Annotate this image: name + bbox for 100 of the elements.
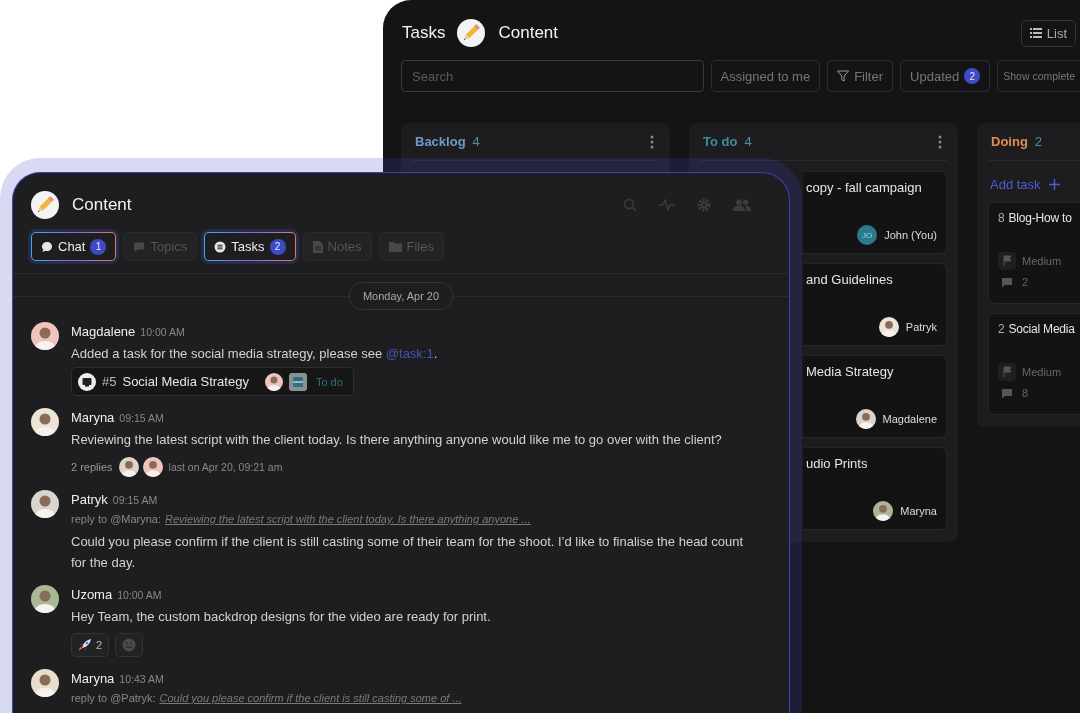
flag-icon xyxy=(998,363,1016,381)
column-count: 4 xyxy=(744,134,752,149)
comment-icon xyxy=(1001,387,1013,399)
last-reply-time: last on Apr 20, 09:21 am xyxy=(168,461,283,473)
task-title: copy - fall campaign xyxy=(806,180,923,195)
user-avatar xyxy=(873,501,894,521)
date-divider: Monday, Apr 20 xyxy=(348,282,454,310)
count-badge: 2 xyxy=(269,238,286,255)
tab[interactable]: Chat 1 xyxy=(31,232,117,261)
pencil-icon xyxy=(457,19,486,47)
assignee-name: Patryk xyxy=(905,321,937,333)
task-card[interactable]: udio Prints Maryna xyxy=(803,447,947,530)
message-time: 10:00 AM xyxy=(117,588,162,603)
topics-icon xyxy=(133,240,146,253)
add-reaction-icon xyxy=(122,638,137,652)
channel-title: Content xyxy=(72,195,132,215)
task-title: Media Strategy xyxy=(806,364,895,379)
reply-label: reply to @Maryna: xyxy=(71,512,162,527)
task-number: #5 xyxy=(102,374,117,389)
user-avatar xyxy=(878,317,899,337)
author-name: Magdalene xyxy=(71,323,136,341)
search-field[interactable]: Search xyxy=(401,60,704,92)
user-avatar xyxy=(31,408,59,436)
list-view-button[interactable]: List xyxy=(1020,19,1076,47)
task-number: 2 xyxy=(998,322,1005,336)
user-avatar: JO xyxy=(857,225,878,245)
reaction-button[interactable]: 2 xyxy=(71,633,110,657)
message-time: 09:15 AM xyxy=(119,411,164,426)
user-avatar xyxy=(31,669,59,697)
plus-icon xyxy=(1048,179,1060,190)
priority-label: Medium xyxy=(1022,255,1062,267)
column-title: Backlog xyxy=(415,134,466,149)
comment-count: 2 xyxy=(1022,276,1029,288)
rocket-icon xyxy=(78,638,92,652)
task-card[interactable]: Media Strategy Magdalene xyxy=(803,355,947,438)
tab[interactable]: Tasks 2 xyxy=(204,232,296,261)
filter-button[interactable]: Show complete xyxy=(997,60,1080,92)
task-chip[interactable]: #5 Social Media Strategy To do xyxy=(71,367,354,396)
priority-label: Medium xyxy=(1022,366,1062,378)
task-status: To do xyxy=(315,375,343,388)
quoted-message-link[interactable]: Reviewing the latest script with the client today. Is there anything anyone ... xyxy=(165,509,531,529)
task-title: Blog-How to xyxy=(1008,211,1072,225)
reply-label: reply to @Patryk: xyxy=(71,691,156,706)
document-icon xyxy=(312,240,323,253)
task-title: and Guidelines xyxy=(806,272,894,287)
task-card[interactable]: 2 Social Media Medium 8 xyxy=(988,313,1080,415)
column-count: 4 xyxy=(472,134,480,149)
user-avatar xyxy=(855,409,876,429)
task-card[interactable]: 8 Blog-How to Medium 2 xyxy=(988,202,1080,304)
replies-link[interactable]: 2 replies xyxy=(71,461,113,473)
user-avatar xyxy=(31,322,59,350)
author-name: Uzoma xyxy=(71,586,113,604)
user-avatar xyxy=(142,457,163,477)
assignee-name: John (You) xyxy=(884,229,937,241)
comment-icon xyxy=(1001,276,1013,288)
activity-icon xyxy=(659,199,675,211)
task-number: 8 xyxy=(998,211,1005,225)
task-card[interactable]: copy - fall campaign JO John (You) xyxy=(803,171,947,254)
message-text: Added a task for the social media strategy, please see @task:1. xyxy=(71,345,439,363)
column-title: To do xyxy=(703,134,738,149)
board-title: Tasks xyxy=(402,23,446,43)
message-text: Could you please confirm if the client is still casting some of their team for the shoot. I’d like to finalise the head count for the day. xyxy=(71,533,744,572)
add-reaction-button[interactable] xyxy=(115,633,144,657)
chat-icon xyxy=(41,240,53,253)
assignee-name: Magdalene xyxy=(882,413,937,425)
column-count: 2 xyxy=(1034,134,1043,149)
project-name: Content xyxy=(498,23,558,43)
user-avatar xyxy=(118,457,139,477)
author-name: Maryna xyxy=(71,409,115,427)
task-title: Social Media xyxy=(1008,322,1075,336)
flag-icon xyxy=(998,252,1016,270)
column-title: Doing xyxy=(991,134,1028,149)
message-time: 09:15 AM xyxy=(112,493,158,508)
count-badge: 2 xyxy=(964,68,981,84)
folder-icon xyxy=(388,241,402,252)
user-avatar xyxy=(31,490,59,518)
settings-icon xyxy=(697,198,711,212)
message-text: Hey Team, the custom backdrop designs for the video are ready for print. xyxy=(71,608,492,626)
user-avatar xyxy=(31,585,59,613)
author-name: Patryk xyxy=(71,491,108,509)
filter-button[interactable]: Filter xyxy=(827,60,894,92)
message-time: 10:00 AM xyxy=(140,325,185,340)
author-name: Maryna xyxy=(71,670,115,688)
list-icon xyxy=(1029,28,1042,38)
filter-button[interactable]: Updated 2 xyxy=(900,60,991,92)
message-time: 10:43 AM xyxy=(119,672,164,687)
status-icon xyxy=(288,372,307,391)
tasks-icon xyxy=(214,240,227,253)
message-text: Reviewing the latest script with the client today. Is there anything anyone would like me to go over with the client? xyxy=(71,431,723,449)
filter-button[interactable]: Assigned to me xyxy=(710,60,821,92)
comment-count: 8 xyxy=(1022,387,1029,399)
quoted-message-link[interactable]: Could you please confirm if the client is still casting some of ... xyxy=(159,688,462,708)
task-icon xyxy=(78,372,96,391)
pencil-icon xyxy=(31,191,59,219)
user-avatar xyxy=(264,372,283,391)
task-card[interactable]: and Guidelines Patryk xyxy=(803,263,947,346)
count-badge: 1 xyxy=(90,238,107,255)
task-title: Social Media Strategy xyxy=(122,374,249,389)
members-icon xyxy=(733,199,751,211)
search-icon xyxy=(623,198,637,212)
